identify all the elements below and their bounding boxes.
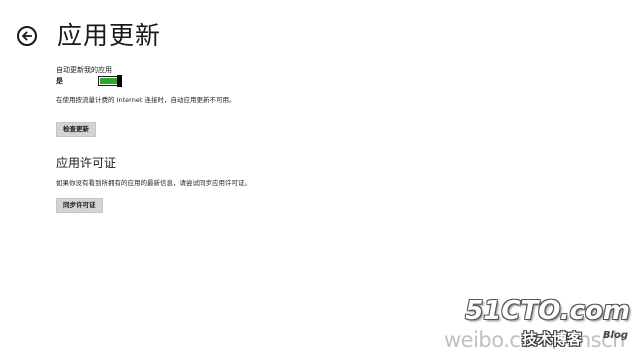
toggle-thumb[interactable] (117, 75, 122, 87)
toggle-track-fill (100, 78, 117, 84)
license-note: 如果你没有看到所拥有的应用的最新信息，请尝试同步应用许可证。 (56, 179, 251, 187)
metered-connection-note: 在使用按流量计费的 Internet 连接时，自动应用更新不可用。 (56, 96, 236, 104)
app-updates-page: 应用更新 自动更新我的应用 是 在使用按流量计费的 Internet 连接时，自… (0, 0, 640, 360)
tech-blog-watermark: 技术博客 (521, 330, 582, 348)
page-title: 应用更新 (57, 21, 162, 50)
blog-watermark: Blog (602, 330, 628, 341)
auto-update-toggle[interactable] (98, 75, 122, 87)
back-button[interactable] (17, 26, 37, 46)
auto-update-label: 自动更新我的应用 (56, 66, 112, 74)
arrow-left-icon (21, 30, 33, 42)
check-updates-button[interactable]: 检查更新 (56, 122, 96, 137)
auto-update-state-text: 是 (56, 77, 63, 85)
license-section-title: 应用许可证 (56, 156, 117, 170)
site-watermark: 51CTO.com (465, 296, 630, 326)
sync-licenses-button[interactable]: 同步许可证 (56, 198, 103, 213)
